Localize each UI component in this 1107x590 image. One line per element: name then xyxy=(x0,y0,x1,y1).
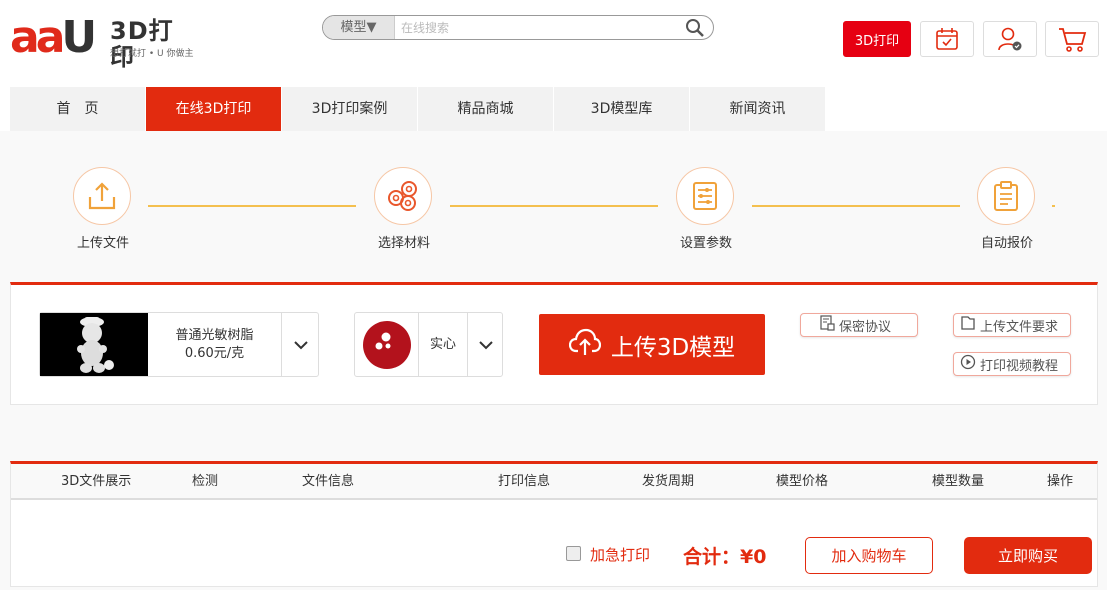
step-upload-file: 上传文件 xyxy=(73,167,133,251)
column-header: 发货周期 xyxy=(642,474,695,489)
column-header: 文件信息 xyxy=(302,474,355,489)
step-select-material: 选择材料 xyxy=(374,167,434,251)
urgent-label: 加急打印 xyxy=(590,546,651,564)
buy-now-button[interactable]: 立即购买 xyxy=(964,537,1092,574)
step-connector xyxy=(752,205,960,207)
cloud-upload-icon xyxy=(568,327,601,363)
material-select[interactable]: 普通光敏树脂 0.60元/克 xyxy=(39,312,319,377)
fill-select[interactable]: 实心 xyxy=(354,312,503,377)
step-label: 上传文件 xyxy=(76,236,129,251)
search-type-select[interactable]: 模型▼ xyxy=(323,16,395,39)
column-header: 模型价格 xyxy=(776,474,829,489)
step-label: 设置参数 xyxy=(679,236,732,251)
nav-item-model-library[interactable]: 3D模型库 xyxy=(554,87,690,131)
order-table: 3D文件展示 检测 文件信息 打印信息 发货周期 模型价格 模型数量 操作 xyxy=(10,461,1098,587)
calendar-icon[interactable] xyxy=(920,21,974,57)
material-preview-image xyxy=(40,313,148,376)
step-set-params: 设置参数 xyxy=(676,167,736,251)
privacy-agreement-link[interactable]: 保密协议 xyxy=(800,313,918,337)
material-name: 普通光敏树脂 xyxy=(175,328,254,343)
add-to-cart-button[interactable]: 加入购物车 xyxy=(805,537,933,574)
upload-3d-model-button[interactable]: 上传3D模型 xyxy=(539,314,765,375)
urgent-checkbox[interactable] xyxy=(566,546,581,561)
file-requirements-link[interactable]: 上传文件要求 xyxy=(953,313,1071,337)
header: aaU 3D打印 想打就打 • U 你做主 模型▼ 3D打印 xyxy=(0,0,1107,82)
video-tutorial-label: 打印视频教程 xyxy=(980,358,1059,374)
video-tutorial-link[interactable]: 打印视频教程 xyxy=(953,352,1071,376)
total-price: 合计：¥0 xyxy=(683,546,767,568)
search-bar: 模型▼ xyxy=(322,15,714,40)
table-header: 3D文件展示 检测 文件信息 打印信息 发货周期 模型价格 模型数量 操作 xyxy=(11,464,1097,500)
main-nav: 首 页 在线3D打印 3D打印案例 精品商城 3D模型库 新闻资讯 xyxy=(10,87,826,131)
file-icon xyxy=(960,315,976,335)
nav-item-mall[interactable]: 精品商城 xyxy=(418,87,554,131)
nav-item-cases[interactable]: 3D打印案例 xyxy=(282,87,418,131)
logo-subtitle: 想打就打 • U 你做主 xyxy=(110,49,194,59)
column-header: 操作 xyxy=(1047,474,1074,489)
search-input[interactable] xyxy=(401,16,671,39)
column-header: 模型数量 xyxy=(932,474,985,489)
column-header: 3D文件展示 xyxy=(61,474,132,489)
user-icon[interactable] xyxy=(983,21,1037,57)
step-connector xyxy=(450,205,658,207)
nav-item-online-print[interactable]: 在线3D打印 xyxy=(146,87,282,131)
nav-item-home[interactable]: 首 页 xyxy=(10,87,146,131)
material-rolls-icon xyxy=(374,167,432,225)
privacy-label: 保密协议 xyxy=(839,319,892,335)
fill-label: 实心 xyxy=(429,337,456,352)
upload-button-label: 上传3D模型 xyxy=(610,334,736,361)
clipboard-icon xyxy=(977,167,1035,225)
column-header: 打印信息 xyxy=(498,474,551,489)
chevron-down-icon[interactable] xyxy=(281,313,319,376)
nav-item-news[interactable]: 新闻资讯 xyxy=(690,87,826,131)
file-requirements-label: 上传文件要求 xyxy=(980,319,1059,335)
column-header: 检测 xyxy=(192,474,219,489)
logo-mark-icon: aaU xyxy=(10,12,97,63)
sliders-icon xyxy=(676,167,734,225)
play-icon xyxy=(960,354,976,374)
search-icon[interactable] xyxy=(685,18,705,38)
step-connector xyxy=(148,205,356,207)
3d-print-button[interactable]: 3D打印 xyxy=(843,21,911,57)
step-label: 选择材料 xyxy=(377,236,430,251)
document-lock-icon xyxy=(819,315,835,335)
material-price: 0.60元/克 xyxy=(184,346,245,361)
upload-icon xyxy=(73,167,131,225)
step-auto-quote: 自动报价 xyxy=(977,167,1037,251)
logo[interactable]: aaU 3D打印 想打就打 • U 你做主 xyxy=(10,12,195,71)
step-label: 自动报价 xyxy=(980,236,1033,251)
solid-fill-icon xyxy=(355,313,419,376)
logo-title: 3D打印 xyxy=(110,17,174,71)
cart-icon[interactable] xyxy=(1045,21,1099,57)
step-connector xyxy=(1052,205,1055,207)
chevron-down-icon[interactable] xyxy=(467,313,503,376)
